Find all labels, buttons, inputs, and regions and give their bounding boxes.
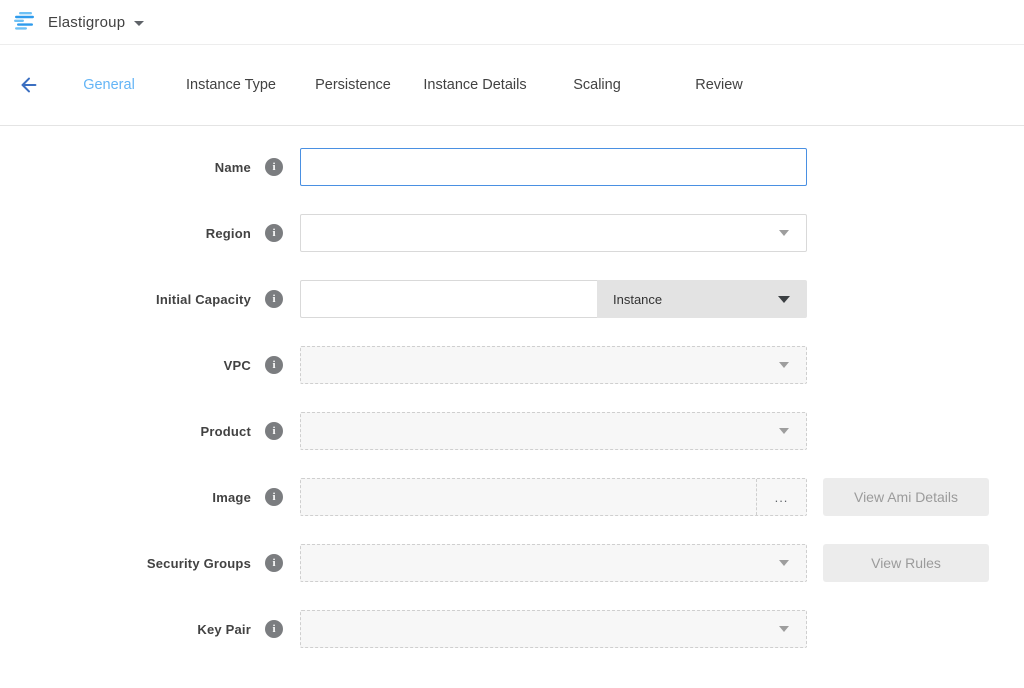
field-label-image: Image <box>0 490 251 505</box>
chevron-down-icon <box>779 626 789 632</box>
field-label-key-pair: Key Pair <box>0 622 251 637</box>
vpc-select[interactable] <box>300 346 807 384</box>
form-row-product: Product i <box>0 412 1024 450</box>
tab-scaling[interactable]: Scaling <box>536 77 658 93</box>
field-label-security-groups: Security Groups <box>0 556 251 571</box>
region-select[interactable] <box>300 214 807 252</box>
field-label-vpc: VPC <box>0 358 251 373</box>
info-icon[interactable]: i <box>265 158 283 176</box>
info-icon[interactable]: i <box>265 224 283 242</box>
chevron-down-icon <box>134 21 144 26</box>
info-icon[interactable]: i <box>265 356 283 374</box>
view-rules-button[interactable]: View Rules <box>823 544 989 582</box>
initial-capacity-input[interactable] <box>300 280 597 318</box>
arrow-left-icon <box>18 74 40 96</box>
form-row-region: Region i <box>0 214 1024 252</box>
chevron-down-icon <box>779 230 789 236</box>
form-row-key-pair: Key Pair i <box>0 610 1024 648</box>
capacity-unit-value: Instance <box>613 292 662 307</box>
chevron-down-icon <box>779 362 789 368</box>
wizard-tab-bar: General Instance Type Persistence Instan… <box>0 45 1024 126</box>
field-label-product: Product <box>0 424 251 439</box>
image-value <box>301 479 756 515</box>
tab-instance-details[interactable]: Instance Details <box>414 77 536 93</box>
top-bar: Elastigroup <box>0 0 1024 45</box>
name-input[interactable] <box>300 148 807 186</box>
capacity-unit-select[interactable]: Instance <box>597 280 807 318</box>
info-icon[interactable]: i <box>265 554 283 572</box>
form-row-initial-capacity: Initial Capacity i Instance <box>0 280 1024 318</box>
view-ami-details-button[interactable]: View Ami Details <box>823 478 989 516</box>
form-row-vpc: VPC i <box>0 346 1024 384</box>
app-switcher[interactable]: Elastigroup <box>14 11 144 33</box>
tab-general[interactable]: General <box>48 77 170 93</box>
back-button[interactable] <box>18 73 48 97</box>
field-label-initial-capacity: Initial Capacity <box>0 292 251 307</box>
tab-persistence[interactable]: Persistence <box>292 77 414 93</box>
info-icon[interactable]: i <box>265 488 283 506</box>
browse-image-button[interactable]: ... <box>756 479 806 515</box>
image-select[interactable]: ... <box>300 478 807 516</box>
product-select[interactable] <box>300 412 807 450</box>
general-settings-form: Name i Region i Initial Capacity i Insta… <box>0 126 1024 648</box>
chevron-down-icon <box>779 560 789 566</box>
info-icon[interactable]: i <box>265 422 283 440</box>
chevron-down-icon <box>778 296 790 303</box>
field-label-region: Region <box>0 226 251 241</box>
info-icon[interactable]: i <box>265 290 283 308</box>
info-icon[interactable]: i <box>265 620 283 638</box>
key-pair-select[interactable] <box>300 610 807 648</box>
form-row-security-groups: Security Groups i View Rules <box>0 544 1024 582</box>
form-row-name: Name i <box>0 148 1024 186</box>
tab-review[interactable]: Review <box>658 77 780 93</box>
elastigroup-logo-icon <box>14 11 38 33</box>
field-label-name: Name <box>0 160 251 175</box>
app-title: Elastigroup <box>48 14 125 31</box>
form-row-image: Image i ... View Ami Details <box>0 478 1024 516</box>
security-groups-select[interactable] <box>300 544 807 582</box>
chevron-down-icon <box>779 428 789 434</box>
tab-instance-type[interactable]: Instance Type <box>170 77 292 93</box>
